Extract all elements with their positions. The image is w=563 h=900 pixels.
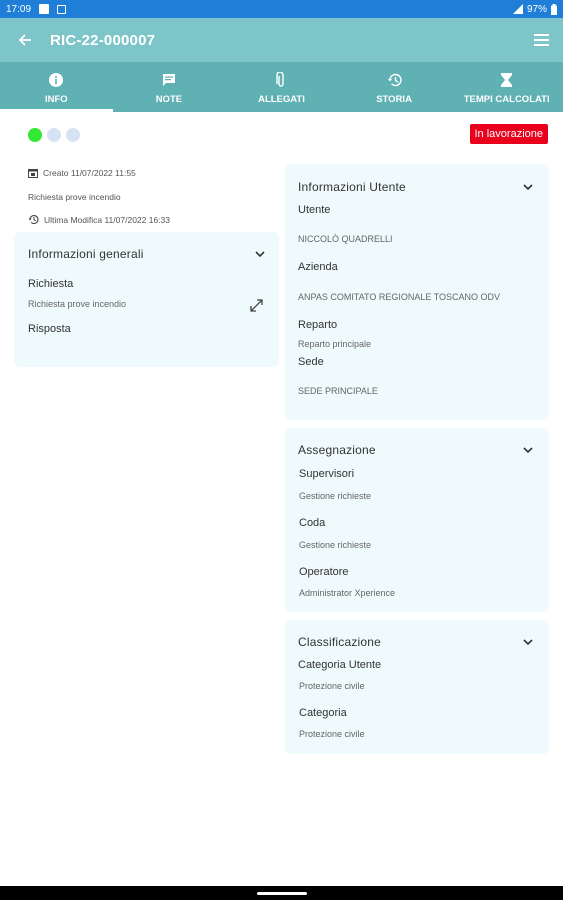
general-info-header[interactable]: Informazioni generali	[28, 247, 265, 261]
tab-allegati[interactable]: ALLEGATI	[225, 62, 338, 112]
chevron-down-icon[interactable]	[523, 638, 533, 646]
tab-tempi-label: TEMPI CALCOLATI	[463, 93, 550, 105]
history-icon	[387, 73, 402, 86]
last-modified-row: Ultima Modifica 11/07/2022 16:33	[28, 214, 170, 225]
calendar-icon	[28, 169, 38, 178]
status-dot	[47, 128, 61, 142]
status-badge: In lavorazione	[469, 124, 548, 144]
app-bar: RIC-22-000007	[0, 18, 563, 62]
chevron-down-icon[interactable]	[523, 446, 533, 454]
site-label: Sede	[298, 356, 324, 368]
status-dot	[66, 128, 80, 142]
arrow-left-icon	[18, 34, 31, 46]
hourglass-icon	[501, 72, 513, 87]
classification-title: Classificazione	[298, 635, 382, 649]
site-value: SEDE PRINCIPALE	[298, 386, 378, 396]
category-value: Protezione civile	[299, 729, 365, 739]
tab-bar: INFO NOTE ALLEGATI STORIA TEMPI CALCOLAT…	[0, 62, 563, 112]
notification-icon	[39, 4, 50, 14]
queue-value: Gestione richieste	[299, 540, 372, 550]
hamburger-icon	[533, 34, 549, 46]
request-title: Richiesta prove incendio	[28, 192, 121, 202]
operator-label: Operatore	[299, 566, 349, 578]
supervisors-label: Supervisori	[299, 468, 355, 480]
status-progress	[28, 128, 80, 142]
user-info-title: Informazioni Utente	[298, 180, 406, 194]
classification-card: Classificazione Categoria Utente Protezi…	[285, 620, 549, 754]
general-info-title: Informazioni generali	[28, 247, 144, 261]
assignment-card: Assegnazione Supervisori Gestione richie…	[285, 428, 549, 612]
created-date: Creato 11/07/2022 11:55	[43, 168, 136, 178]
history-icon	[28, 215, 39, 225]
tab-tempi-calcolati[interactable]: TEMPI CALCOLATI	[450, 62, 563, 112]
request-value: Richiesta prove incendio	[28, 299, 127, 309]
user-info-header[interactable]: Informazioni Utente	[298, 180, 533, 194]
comment-icon	[162, 73, 175, 86]
category-label: Categoria	[299, 707, 347, 719]
department-value: Reparto principale	[298, 339, 372, 349]
user-info-card: Informazioni Utente Utente NICCOLÒ QUADR…	[285, 164, 549, 420]
supervisors-value: Gestione richieste	[299, 491, 372, 501]
signal-icon	[512, 4, 523, 14]
menu-button[interactable]	[519, 34, 563, 46]
user-category-value: Protezione civile	[299, 681, 365, 691]
battery-icon	[551, 3, 557, 15]
paperclip-icon	[276, 71, 285, 87]
tab-info[interactable]: INFO	[0, 62, 113, 112]
user-value: NICCOLÒ QUADRELLI	[298, 234, 393, 244]
tab-storia[interactable]: STORIA	[338, 62, 451, 112]
chevron-down-icon[interactable]	[255, 250, 265, 258]
home-indicator[interactable]	[257, 892, 307, 895]
assignment-header[interactable]: Assegnazione	[298, 443, 533, 457]
battery-percent: 97%	[526, 3, 547, 15]
queue-label: Coda	[299, 517, 326, 529]
expand-icon[interactable]	[250, 299, 263, 312]
tab-info-label: INFO	[44, 93, 68, 105]
company-value: ANPAS COMITATO REGIONALE TOSCANO ODV	[298, 292, 501, 302]
tab-note-label: NOTE	[155, 93, 183, 105]
tab-allegati-label: ALLEGATI	[258, 93, 305, 105]
page-title: RIC-22-000007	[50, 31, 156, 49]
general-info-card: Informazioni generali Richiesta Richiest…	[14, 232, 279, 367]
status-bar: 17:09 97%	[0, 0, 563, 18]
info-icon	[49, 72, 64, 87]
tab-note[interactable]: NOTE	[113, 62, 226, 112]
company-label: Azienda	[298, 261, 338, 273]
user-category-label: Categoria Utente	[298, 659, 382, 671]
assignment-title: Assegnazione	[298, 443, 376, 457]
image-notification-icon	[57, 4, 67, 14]
status-dot-active	[28, 128, 42, 142]
classification-header[interactable]: Classificazione	[298, 635, 533, 649]
request-label: Richiesta	[28, 278, 74, 290]
chevron-down-icon[interactable]	[523, 183, 533, 191]
user-label: Utente	[298, 204, 331, 216]
operator-value: Administrator Xperience	[299, 588, 396, 598]
department-label: Reparto	[298, 319, 338, 331]
request-title-row: Richiesta prove incendio	[28, 192, 121, 202]
created-row: Creato 11/07/2022 11:55	[28, 168, 136, 178]
status-time: 17:09	[6, 3, 32, 15]
system-nav-bar	[0, 886, 563, 900]
last-modified-date: Ultima Modifica 11/07/2022 16:33	[44, 214, 171, 225]
back-button[interactable]	[0, 33, 50, 47]
response-label: Risposta	[28, 323, 71, 335]
tab-storia-label: STORIA	[376, 93, 412, 105]
